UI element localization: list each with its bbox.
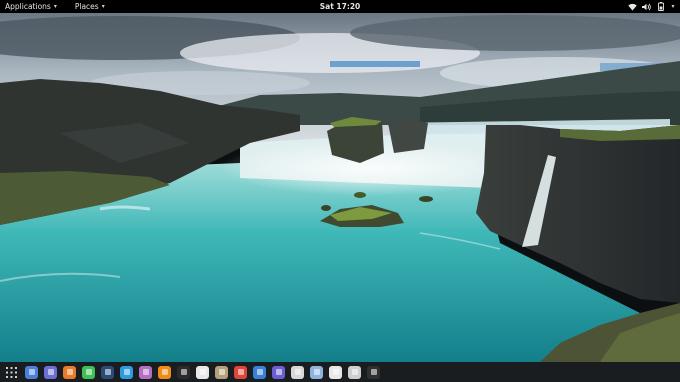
maps-glyph-icon	[237, 369, 244, 375]
vlc-glyph-icon	[161, 369, 168, 375]
calculator-app-icon[interactable]	[291, 365, 304, 379]
files-manager-app-icon[interactable]	[253, 365, 266, 379]
files-manager-glyph-icon	[256, 369, 263, 375]
music-glyph-icon	[199, 369, 206, 375]
maps-app-icon[interactable]	[234, 365, 247, 379]
globe-glyph-icon	[313, 369, 320, 375]
dock	[0, 362, 680, 382]
top-bar: Applications ▾ Places ▾ Sat 17:20 ▾	[0, 0, 680, 13]
vlc-app-icon[interactable]	[158, 365, 171, 379]
archive-app-icon[interactable]	[215, 365, 228, 379]
places-menu[interactable]: Places ▾	[70, 0, 110, 13]
battery-icon[interactable]	[656, 2, 665, 11]
text-editor-app-icon[interactable]	[348, 365, 361, 379]
skype-glyph-icon	[123, 369, 130, 375]
steam-app-icon[interactable]	[101, 365, 114, 379]
folder-glyph-icon	[47, 369, 54, 375]
spotify-glyph-icon	[85, 369, 92, 375]
globe-app-icon[interactable]	[310, 365, 323, 379]
database-glyph-icon	[142, 369, 149, 375]
dock-apps	[25, 365, 380, 379]
desktop-wallpaper	[0, 13, 680, 362]
volume-icon[interactable]	[642, 2, 651, 11]
clock[interactable]: Sat 17:20	[320, 0, 361, 13]
chevron-down-icon[interactable]: ▾	[670, 2, 676, 11]
wifi-icon[interactable]	[628, 2, 637, 11]
database-app-icon[interactable]	[139, 365, 152, 379]
files-glyph-icon	[28, 369, 35, 375]
folder-app-icon[interactable]	[44, 365, 57, 379]
notes-app-icon[interactable]	[272, 365, 285, 379]
firefox-glyph-icon	[66, 369, 73, 375]
terminal-app-icon[interactable]	[367, 365, 380, 379]
places-menu-label: Places	[74, 2, 99, 11]
applications-menu[interactable]: Applications ▾	[0, 0, 62, 13]
media-player-app-icon[interactable]	[177, 365, 190, 379]
steam-glyph-icon	[104, 369, 111, 375]
system-tray[interactable]: ▾	[628, 0, 676, 13]
chevron-down-icon: ▾	[101, 3, 105, 10]
skype-app-icon[interactable]	[120, 365, 133, 379]
calendar-glyph-icon	[332, 369, 339, 375]
applications-menu-label: Applications	[5, 2, 51, 11]
calendar-app-icon[interactable]	[329, 365, 342, 379]
chevron-down-icon: ▾	[53, 3, 57, 10]
calculator-glyph-icon	[294, 369, 301, 375]
files-app-icon[interactable]	[25, 365, 38, 379]
firefox-app-icon[interactable]	[63, 365, 76, 379]
app-grid-icon[interactable]	[0, 362, 22, 382]
text-editor-glyph-icon	[351, 369, 358, 375]
notes-glyph-icon	[275, 369, 282, 375]
terminal-glyph-icon	[370, 369, 377, 375]
music-app-icon[interactable]	[196, 365, 209, 379]
spotify-app-icon[interactable]	[82, 365, 95, 379]
media-player-glyph-icon	[180, 369, 187, 375]
archive-glyph-icon	[218, 369, 225, 375]
